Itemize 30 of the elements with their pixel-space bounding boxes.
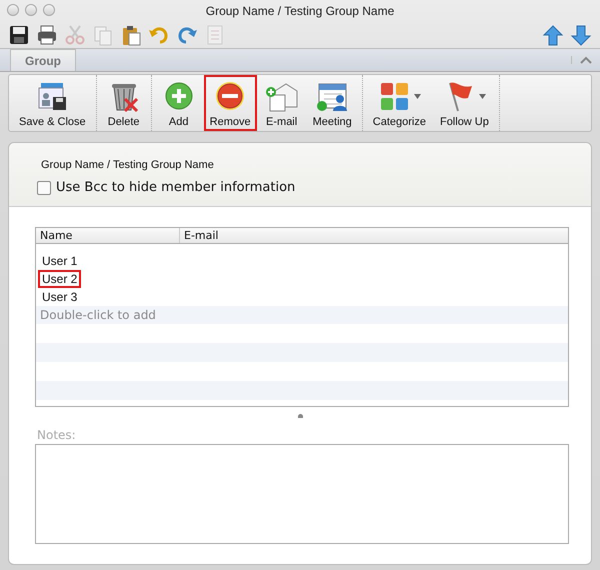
close-button[interactable] — [7, 4, 19, 16]
member-name[interactable]: User 3 — [38, 288, 82, 306]
column-header[interactable]: E-mail — [180, 228, 222, 243]
printer-icon[interactable] — [36, 24, 58, 46]
ribbon-button[interactable]: Follow Up — [434, 75, 495, 131]
collapse-icon[interactable] — [571, 56, 592, 64]
bcc-label: Use Bcc to hide member information — [56, 180, 296, 195]
notes-field[interactable] — [35, 444, 569, 544]
notes-label: Notes: — [37, 428, 77, 442]
group-name-label: Group Name / Testing Group Name — [40, 159, 215, 171]
ribbon-button[interactable]: Save & Close — [13, 75, 92, 131]
ribbon-button[interactable]: Remove — [204, 75, 257, 131]
down-arrow-icon[interactable] — [570, 24, 592, 46]
ribbon-button[interactable]: Delete — [100, 75, 147, 131]
group-tab[interactable]: Group — [10, 49, 76, 71]
minimize-button[interactable] — [25, 4, 37, 16]
window-title: Group Name / Testing Group Name — [206, 4, 394, 18]
ribbon-button[interactable]: Categorize — [366, 75, 432, 131]
resize-handle[interactable] — [298, 414, 302, 418]
column-header[interactable]: Name — [36, 228, 180, 243]
up-arrow-icon[interactable] — [542, 24, 564, 46]
ribbon-button[interactable]: E-mail — [258, 75, 305, 131]
zoom-button[interactable] — [43, 4, 55, 16]
save-icon[interactable] — [8, 24, 30, 46]
member-name[interactable]: User 1 — [38, 252, 82, 270]
ribbon-button[interactable]: Meeting — [306, 75, 358, 131]
ribbon-button[interactable]: Add — [156, 75, 202, 131]
member-name[interactable]: User 2 — [38, 270, 82, 288]
clipboard-icon[interactable] — [120, 24, 142, 46]
checkbox[interactable] — [37, 180, 51, 194]
